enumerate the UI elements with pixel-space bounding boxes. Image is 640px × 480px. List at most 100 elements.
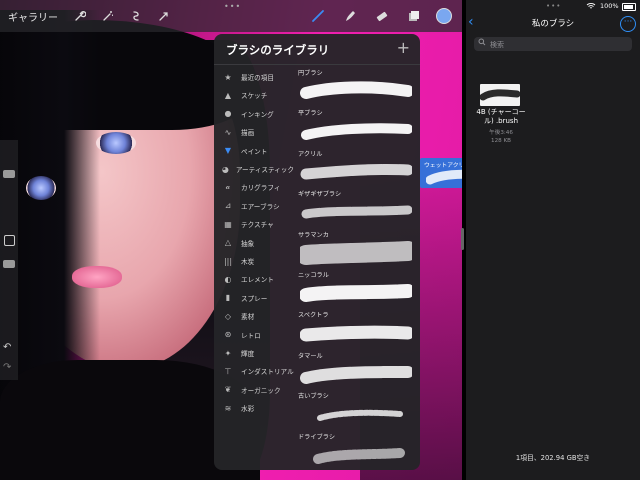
- brush-set-label: インキング: [241, 110, 274, 119]
- brush-stroke-preview: [300, 240, 412, 265]
- brush-set-label: レトロ: [241, 331, 261, 340]
- brush-stroke-preview: [317, 410, 403, 422]
- smudge-icon[interactable]: [334, 0, 366, 32]
- split-view-handle[interactable]: [461, 228, 464, 250]
- brush-name: サラマンカ: [298, 231, 329, 239]
- search-input[interactable]: 検索: [474, 37, 632, 51]
- brush-set-item[interactable]: ● インキング: [214, 105, 294, 123]
- brushes-list: 円ブラシ 平ブラシアクリルギザギザブラシ サラマンカニッコラルスペクトラタマール古い…: [296, 66, 420, 470]
- brush-set-label: カリグラフィ: [241, 184, 281, 193]
- brush-set-item[interactable]: ||| 木炭: [214, 252, 294, 270]
- brush-name: ドライブラシ: [298, 433, 336, 441]
- selection-icon[interactable]: [124, 4, 148, 28]
- brush-set-label: オーガニック: [241, 386, 281, 395]
- palette-icon: ◕: [221, 164, 229, 174]
- brush-set-label: 最近の項目: [241, 74, 274, 82]
- brush-icon[interactable]: [302, 0, 334, 32]
- retro-icon: ⊛: [224, 330, 232, 340]
- multitasking-dots[interactable]: •••: [224, 2, 241, 11]
- brush-set-label: スプレー: [241, 294, 268, 303]
- brush-set-label: ペイント: [241, 147, 268, 156]
- pencil-tip-icon: ▲: [224, 90, 232, 100]
- wifi-icon: [586, 3, 596, 9]
- wrench-icon[interactable]: [68, 4, 92, 28]
- more-options-button[interactable]: ···: [620, 16, 636, 32]
- brush-set-item[interactable]: ⊛ レトロ: [214, 326, 294, 344]
- brush-set-label: 輝度: [241, 350, 255, 358]
- brush-item[interactable]: 平ブラシ: [296, 108, 420, 148]
- brush-set-item[interactable]: ▮ スプレー: [214, 289, 294, 307]
- brush-item[interactable]: ニッコラル: [296, 270, 420, 310]
- top-toolbar: ギャラリー •••: [0, 0, 462, 32]
- layers-icon[interactable]: [398, 0, 430, 32]
- brush-stroke-preview: [300, 284, 412, 302]
- brush-set-item[interactable]: ❦ オーガニック: [214, 381, 294, 399]
- brush-name: タマール: [298, 352, 323, 360]
- brush-name: スペクトラ: [298, 312, 329, 320]
- color-swatch-icon: [436, 8, 452, 24]
- left-sidebar: ↶ ↷: [0, 140, 18, 380]
- transform-icon[interactable]: [152, 4, 176, 28]
- brush-name: ニッコラル: [298, 272, 329, 279]
- brush-set-item[interactable]: ≋ 水彩: [214, 399, 294, 417]
- brush-set-item[interactable]: ◕ アーティスティック: [214, 160, 294, 178]
- brush-set-item[interactable]: △ 抽象: [214, 234, 294, 252]
- storage-footer: 1項目、202.94 GB空き: [515, 454, 591, 462]
- brush-set-item[interactable]: 𝒶 カリグラフィ: [214, 178, 294, 196]
- anvil-icon: ⊤: [224, 366, 232, 376]
- brush-set-label: 水彩: [241, 405, 255, 414]
- color-picker-button[interactable]: [430, 0, 462, 32]
- file-item[interactable]: 4B (チャーコール) .brush 午後3:46 128 KB: [476, 82, 546, 152]
- brush-set-label: スケッチ: [241, 92, 268, 101]
- brush-set-item[interactable]: ▦ テクスチャ: [214, 215, 294, 233]
- brush-stroke-preview: [300, 326, 412, 342]
- brush-item[interactable]: サラマンカ: [296, 230, 420, 270]
- brush-name: 古いブラシ: [298, 393, 329, 401]
- brush-set-item[interactable]: ▲ スケッチ: [214, 86, 294, 104]
- brush-item[interactable]: アクリル: [296, 149, 420, 189]
- spray-can-icon: ▮: [225, 293, 231, 303]
- undo-icon[interactable]: ↶: [3, 342, 11, 353]
- brush-set-item[interactable]: ★ 最近の項目: [214, 68, 294, 86]
- brush-size-slider[interactable]: [3, 170, 15, 178]
- redo-icon[interactable]: ↷: [3, 362, 11, 373]
- brush-set-label: エレメント: [241, 276, 274, 285]
- texture-icon: ▦: [224, 219, 232, 229]
- brush-item[interactable]: 円ブラシ: [296, 68, 420, 108]
- modify-button[interactable]: [4, 235, 15, 246]
- brush-stroke-preview: [313, 447, 405, 464]
- gallery-button[interactable]: ギャラリー: [8, 9, 58, 24]
- brush-item[interactable]: 古いブラシ: [296, 391, 420, 431]
- brush-set-item[interactable]: ⊤ インダストリアル: [214, 362, 294, 380]
- brush-item[interactable]: ギザギザブラシ: [296, 189, 420, 229]
- multitasking-dots[interactable]: •••: [546, 2, 561, 10]
- ink-drop-icon: ●: [224, 109, 232, 119]
- battery-percent: 100%: [600, 2, 619, 10]
- artwork-lips: [72, 266, 122, 288]
- brush-set-item[interactable]: ✦ 輝度: [214, 344, 294, 362]
- brush-set-label: 木炭: [241, 258, 255, 266]
- brush-set-item[interactable]: ∿ 描画: [214, 123, 294, 141]
- brush-set-item[interactable]: ◐ エレメント: [214, 270, 294, 288]
- opacity-slider[interactable]: [3, 260, 15, 268]
- brush-item[interactable]: スペクトラ: [296, 310, 420, 350]
- brush-name: アクリル: [298, 150, 323, 158]
- eraser-icon[interactable]: [366, 0, 398, 32]
- sparkle-icon: ✦: [224, 348, 232, 358]
- paint-brush-icon: ▼: [224, 146, 232, 156]
- charcoal-icon: |||: [223, 256, 233, 266]
- artwork-eye: [96, 132, 136, 154]
- file-thumbnail: [479, 84, 521, 106]
- brush-set-item[interactable]: ⊿ エアーブラシ: [214, 197, 294, 215]
- brush-set-item[interactable]: ▼ ペイント: [214, 142, 294, 160]
- tool-group: [302, 0, 462, 32]
- brush-item[interactable]: ドライブラシ: [296, 432, 420, 470]
- file-size: 128 KB: [491, 138, 511, 144]
- brush-item[interactable]: タマール: [296, 351, 420, 391]
- brush-name: ギザギザブラシ: [298, 191, 342, 199]
- magic-wand-icon[interactable]: [96, 4, 120, 28]
- brush-set-label: 描画: [241, 129, 255, 138]
- add-brush-set-button[interactable]: +: [397, 38, 410, 57]
- brush-set-item[interactable]: ◇ 素材: [214, 307, 294, 325]
- brush-stroke-preview: [300, 365, 412, 384]
